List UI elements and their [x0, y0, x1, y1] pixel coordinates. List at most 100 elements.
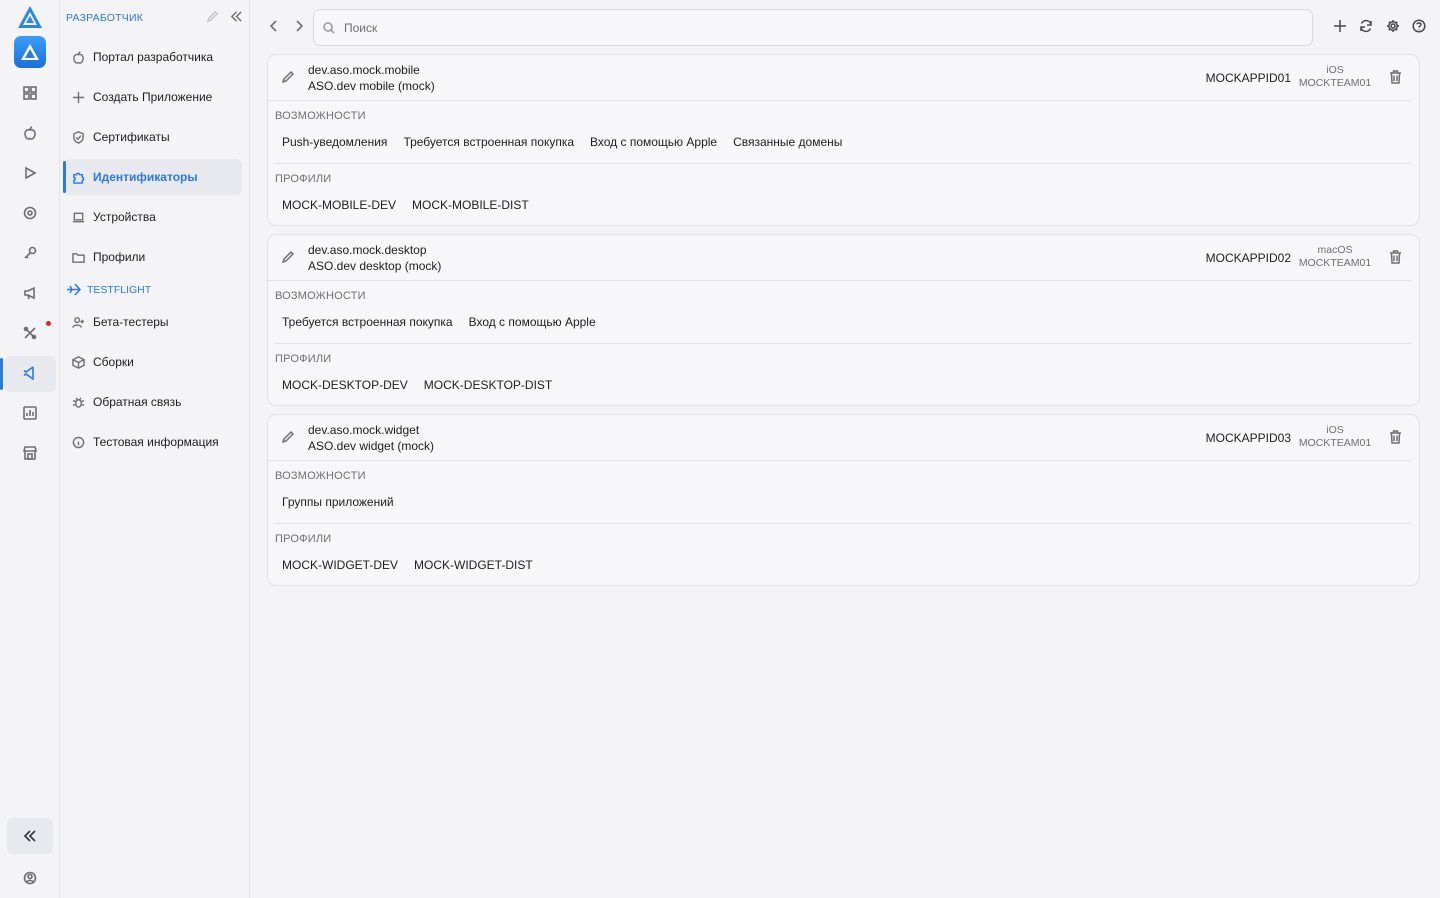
capability-chip: Связанные домены: [733, 135, 843, 149]
sidebar-item-test-info[interactable]: Тестовая информация: [64, 424, 242, 460]
sidebar-item-devices[interactable]: Устройства: [64, 199, 242, 235]
plus-icon: [1334, 20, 1346, 32]
testflight-section-label: TESTFLIGHT: [87, 283, 152, 296]
profile-chip[interactable]: MOCK-WIDGET-DEV: [282, 558, 398, 574]
bundle-id: dev.aso.mock.mobile: [308, 63, 420, 77]
platform-team: iOS MOCKTEAM01: [1295, 64, 1375, 90]
capabilities-list: Требуется встроенная покупка Вход с помо…: [268, 315, 1419, 331]
identifier-card: dev.aso.mock.widget ASO.dev widget (mock…: [267, 414, 1420, 586]
edit-button[interactable]: [281, 250, 297, 266]
bug-icon: [71, 395, 85, 409]
profiles-list: MOCK-DESKTOP-DEV MOCK-DESKTOP-DIST: [268, 378, 1419, 394]
identifier-card-header: dev.aso.mock.widget ASO.dev widget (mock…: [268, 415, 1411, 461]
account-icon[interactable]: [20, 868, 40, 888]
delete-button[interactable]: [1389, 250, 1405, 266]
profiles-list: MOCK-WIDGET-DEV MOCK-WIDGET-DIST: [268, 558, 1419, 574]
sidebar: РАЗРАБОТЧИК Портал разработчика Создать …: [60, 0, 250, 898]
capabilities-label: ВОЗМОЖНОСТИ: [275, 470, 366, 482]
code-editor-icon[interactable]: [20, 363, 40, 383]
megaphone-icon[interactable]: [20, 283, 40, 303]
sidebar-item-label: Идентификаторы: [93, 170, 198, 184]
identifier-card: dev.aso.mock.desktop ASO.dev desktop (mo…: [267, 234, 1420, 406]
sidebar-item-label: Устройства: [93, 210, 156, 224]
identifier-name: ASO.dev desktop (mock): [308, 259, 442, 273]
sidebar-item-label: Обратная связь: [93, 395, 182, 409]
add-button[interactable]: [1332, 18, 1348, 34]
sidebar-item-profiles[interactable]: Профили: [64, 239, 242, 275]
platform-label: macOS: [1317, 244, 1353, 256]
platform-team: macOS MOCKTEAM01: [1295, 244, 1375, 270]
delete-button[interactable]: [1389, 430, 1405, 446]
sidebar-item-label: Сборки: [93, 355, 134, 369]
sidebar-item-beta-testers[interactable]: Бета-тестеры: [64, 304, 242, 340]
sidebar-item-label: Портал разработчика: [93, 50, 214, 64]
store-icon[interactable]: [20, 443, 40, 463]
profile-chip[interactable]: MOCK-DESKTOP-DEV: [282, 378, 408, 394]
sidebar-item-identifiers[interactable]: Идентификаторы: [63, 159, 242, 195]
rail-collapse-button[interactable]: [7, 818, 53, 854]
chevron-left-icon: [269, 20, 277, 32]
divider: [275, 343, 1411, 344]
target-icon[interactable]: [20, 203, 40, 223]
capability-chip: Группы приложений: [282, 495, 394, 509]
search-input[interactable]: [344, 20, 1244, 35]
profile-chip[interactable]: MOCK-WIDGET-DIST: [414, 558, 533, 574]
capabilities-label: ВОЗМОЖНОСТИ: [275, 290, 366, 302]
profiles-label: ПРОФИЛИ: [275, 533, 332, 545]
play-icon[interactable]: [20, 163, 40, 183]
sidebar-item-developer-portal[interactable]: Портал разработчика: [64, 39, 242, 75]
bundle-id: dev.aso.mock.widget: [308, 423, 420, 437]
edit-button[interactable]: [281, 70, 297, 86]
app-id: MOCKAPPID01: [1205, 71, 1291, 85]
profiles-label: ПРОФИЛИ: [275, 173, 332, 185]
key-icon[interactable]: [20, 243, 40, 263]
team-label: MOCKTEAM01: [1298, 77, 1372, 89]
help-icon: [1412, 19, 1426, 33]
forward-button[interactable]: [291, 18, 307, 34]
identifier-card: dev.aso.mock.mobile ASO.dev mobile (mock…: [267, 54, 1420, 226]
app-logo-icon: [17, 5, 43, 29]
divider: [275, 523, 1411, 524]
sidebar-collapse-icon[interactable]: [230, 10, 244, 24]
profiles-list: MOCK-MOBILE-DEV MOCK-MOBILE-DIST: [268, 198, 1419, 214]
team-label: MOCKTEAM01: [1298, 437, 1372, 449]
testflight-section-header: TESTFLIGHT: [66, 283, 151, 296]
box-icon: [71, 355, 85, 369]
app-id: MOCKAPPID02: [1205, 251, 1291, 265]
folder-icon: [71, 250, 85, 264]
sidebar-item-certificates[interactable]: Сертификаты: [64, 119, 242, 155]
info-icon: [71, 435, 85, 449]
trash-icon: [1390, 250, 1401, 264]
team-label: MOCKTEAM01: [1298, 257, 1372, 269]
platform-label: iOS: [1326, 64, 1344, 76]
sidebar-item-create-app[interactable]: Создать Приложение: [64, 79, 242, 115]
edit-button[interactable]: [281, 430, 297, 446]
pencil-icon[interactable]: [206, 10, 220, 24]
sidebar-item-label: Бета-тестеры: [93, 315, 169, 329]
back-button[interactable]: [266, 18, 282, 34]
refresh-button[interactable]: [1358, 18, 1374, 34]
sidebar-item-feedback[interactable]: Обратная связь: [64, 384, 242, 420]
bundle-id: dev.aso.mock.desktop: [308, 243, 427, 257]
apps-grid-icon[interactable]: [20, 83, 40, 103]
profile-chip[interactable]: MOCK-MOBILE-DEV: [282, 198, 396, 214]
capability-chip: Вход с помощью Apple: [468, 315, 596, 329]
apple-icon[interactable]: [20, 123, 40, 143]
plane-icon: [67, 283, 81, 296]
delete-button[interactable]: [1389, 70, 1405, 86]
profile-chip[interactable]: MOCK-DESKTOP-DIST: [424, 378, 552, 394]
profile-chip[interactable]: MOCK-MOBILE-DIST: [412, 198, 529, 214]
notification-dot: [46, 321, 51, 326]
identifier-card-header: dev.aso.mock.mobile ASO.dev mobile (mock…: [268, 55, 1411, 101]
help-button[interactable]: [1411, 18, 1427, 34]
trash-icon: [1390, 70, 1401, 84]
pencil-icon: [281, 70, 295, 84]
tools-icon[interactable]: [20, 323, 40, 343]
app-tile-icon[interactable]: [14, 36, 46, 68]
analytics-icon[interactable]: [20, 403, 40, 423]
laptop-icon: [71, 210, 85, 224]
sidebar-item-builds[interactable]: Сборки: [64, 344, 242, 380]
capability-chip: Push-уведомления: [282, 135, 388, 149]
identifier-name: ASO.dev mobile (mock): [308, 79, 435, 93]
settings-button[interactable]: [1385, 18, 1401, 34]
